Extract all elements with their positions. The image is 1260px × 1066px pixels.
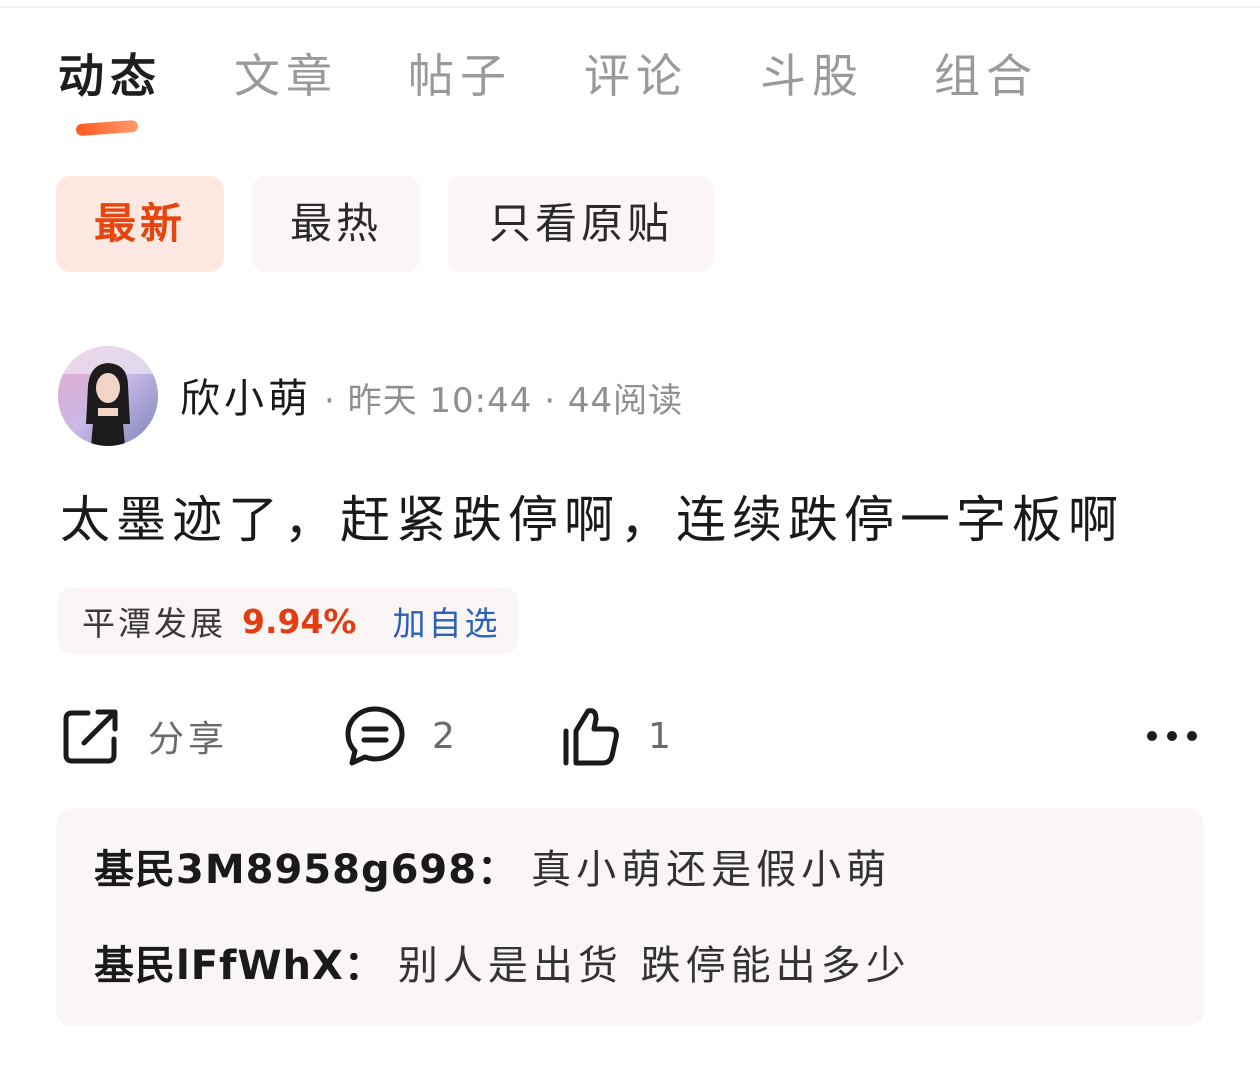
stock-change: 9.94% <box>242 601 357 641</box>
comment-item[interactable]: 基民3M8958g698： 真小萌还是假小萌 <box>94 840 891 900</box>
more-button[interactable] <box>1146 700 1198 772</box>
tab-dongtai[interactable]: 动态 <box>58 44 162 108</box>
stock-tag[interactable]: 平潭发展 9.94% 加自选 <box>58 588 518 654</box>
tab-articles[interactable]: 文章 <box>234 44 338 108</box>
share-label: 分享 <box>148 719 229 760</box>
post-meta: 欣小萌 · 昨天 10:44 · 44阅读 <box>180 366 683 426</box>
comment-user[interactable]: 基民3M8958g698 <box>94 847 477 893</box>
post-time-and-reads: · 昨天 10:44 · 44阅读 <box>324 381 684 421</box>
author-name[interactable]: 欣小萌 <box>180 366 312 424</box>
like-button[interactable]: 1 <box>558 700 675 772</box>
comment-button[interactable]: 2 <box>342 700 459 772</box>
tab-posts[interactable]: 帖子 <box>408 44 512 108</box>
like-icon <box>563 708 619 766</box>
profile-tabs: 动态 文章 帖子 评论 斗股 组合 <box>58 44 1208 137</box>
comment-text: 真小萌还是假小萌 <box>531 847 892 893</box>
tab-portfolio[interactable]: 组合 <box>934 44 1038 108</box>
avatar-image <box>58 346 158 446</box>
filter-hottest[interactable]: 最热 <box>252 176 420 272</box>
share-icon <box>63 709 118 764</box>
comment-count: 2 <box>432 715 459 757</box>
comment-colon: ： <box>477 847 518 893</box>
active-tab-indicator <box>75 119 139 137</box>
add-to-watchlist-button[interactable]: 加自选 <box>393 597 501 645</box>
comment-item[interactable]: 基民lFfWhX： 别人是出货 跌停能出多少 <box>94 936 911 996</box>
comments-preview[interactable]: 基民3M8958g698： 真小萌还是假小萌 基民lFfWhX： 别人是出货 跌停能… <box>56 808 1204 1026</box>
comment-user[interactable]: 基民lFfWhX <box>94 943 344 989</box>
avatar[interactable] <box>58 346 158 446</box>
post-content[interactable]: 太墨迹了，赶紧跌停啊，连续跌停一字板啊 <box>60 484 1210 556</box>
top-divider <box>0 6 1260 8</box>
comment-text: 别人是出货 跌停能出多少 <box>397 943 911 989</box>
post-actions: 分享 2 1 <box>58 700 1208 772</box>
filter-original-only[interactable]: 只看原贴 <box>448 176 714 272</box>
more-icon <box>1147 731 1197 741</box>
filter-latest[interactable]: 最新 <box>56 176 224 272</box>
tab-comments[interactable]: 评论 <box>584 44 688 108</box>
comment-icon <box>345 706 405 766</box>
comment-colon: ： <box>343 943 384 989</box>
filter-chips: 最新 最热 只看原贴 <box>56 176 756 272</box>
like-count: 1 <box>648 715 675 757</box>
share-button[interactable]: 分享 <box>58 700 228 772</box>
stock-name[interactable]: 平潭发展 <box>82 597 226 645</box>
tab-stock-battle[interactable]: 斗股 <box>760 44 864 108</box>
